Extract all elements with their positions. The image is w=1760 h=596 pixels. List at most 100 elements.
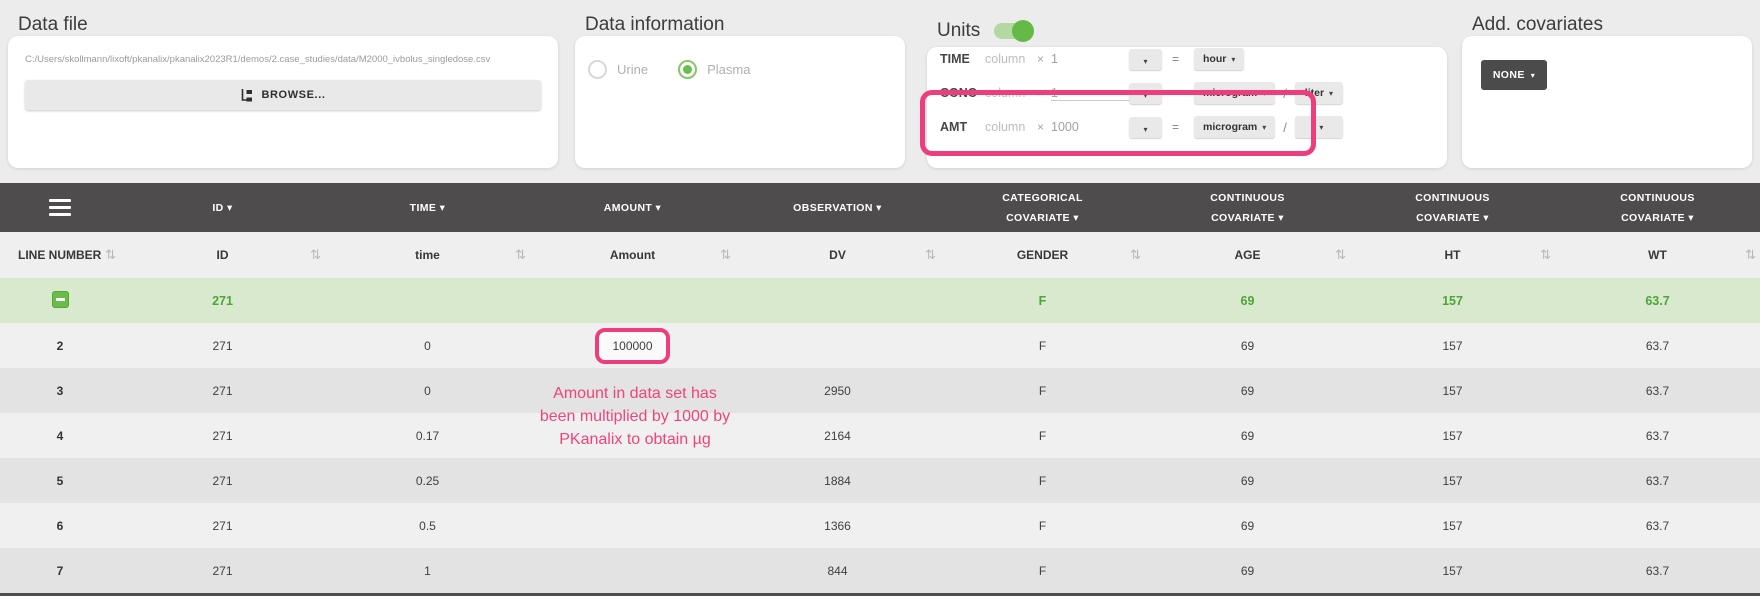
sort-icon[interactable]: ⇅ [1130,247,1141,263]
multiply-sign: × [1037,52,1051,66]
cell-gender: F [940,429,1145,443]
unit-row-amt: AMT column × ▾ = microgram▾ / ▾ [940,115,1447,139]
cell-wt: 63.7 [1555,339,1760,353]
urine-radio-icon[interactable] [588,60,607,79]
cell-amount: 100000 [530,328,735,364]
column-menu-continuous-covariate[interactable]: CONTINUOUS COVARIATE ▾ [1145,188,1350,228]
units-toggle[interactable] [994,23,1032,39]
sort-icon[interactable]: ⇅ [1335,247,1346,263]
browse-label: BROWSE... [261,89,325,101]
settings-bar: Data file C:/Users/skollmann/lixoft/pkan… [0,0,1760,183]
table-row: 6 271 0.5 1366 F 69 157 63.7 [0,503,1760,548]
cell-gender: F [940,339,1145,353]
equals-sign: = [1172,86,1184,100]
sort-icon[interactable]: ⇅ [310,247,321,263]
cell-wt: 63.7 [1555,429,1760,443]
cell-time: 1 [325,564,530,578]
subheader-line-number: LINE NUMBER⇅ [0,232,120,278]
highlighted-amount-value: 100000 [595,328,669,364]
cell-gender: F [940,474,1145,488]
unit-row-conc: CONC column × ▾ = microgram▾ / liter▾ [940,81,1447,105]
cell-dv: 1884 [735,474,940,488]
add-covariates-title: Add. covariates [1472,14,1603,36]
covariates-dropdown[interactable]: NONE ▾ [1481,60,1547,90]
cell-gender: F [940,564,1145,578]
menu-icon [49,199,71,217]
conc-unit-dropdown[interactable]: microgram▾ [1194,82,1275,104]
sort-icon[interactable]: ⇅ [925,247,936,263]
data-file-path: C:/Users/skollmann/lixoft/pkanalix/pkana… [25,54,541,65]
table-row: 4 271 0.17 2164 F 69 157 63.7 [0,413,1760,458]
cell-age: 69 [1145,519,1350,533]
table-header-row: ID ▾ TIME ▾ AMOUNT ▾ OBSERVATION ▾ CATEG… [0,183,1760,232]
cell-id: 271 [120,294,325,308]
conc-factor-input[interactable] [1051,86,1129,101]
radio-option-urine[interactable]: Urine [588,60,648,79]
caret-down-icon: ▾ [1143,57,1147,66]
subheader-ht: HT⇅ [1350,232,1555,278]
units-panel: Units TIME column × ▾ = hour▾ CONC colum… [927,47,1447,168]
cell-ht: 157 [1350,564,1555,578]
amt-denominator-dropdown[interactable]: ▾ [1295,116,1343,138]
column-menu-observation[interactable]: OBSERVATION ▾ [735,198,940,218]
unit-row-label: TIME [940,52,985,66]
cell-line-number: 4 [0,429,120,443]
toggle-knob-icon [1012,20,1034,42]
cell-age: 69 [1145,384,1350,398]
cell-dv: 844 [735,564,940,578]
column-menu-amount[interactable]: AMOUNT ▾ [530,198,735,218]
cell-age: 69 [1145,429,1350,443]
cell-wt: 63.7 [1555,384,1760,398]
equals-sign: = [1172,52,1184,66]
browse-button[interactable]: BROWSE... [25,80,541,110]
column-menu-continuous-covariate[interactable]: CONTINUOUS COVARIATE ▾ [1555,188,1760,228]
radio-option-plasma[interactable]: Plasma [678,60,750,79]
conc-denominator-dropdown[interactable]: liter▾ [1295,82,1343,104]
cell-id: 271 [120,474,325,488]
sort-icon[interactable]: ⇅ [515,247,526,263]
amt-factor-dropdown[interactable]: ▾ [1129,117,1162,138]
subheader-time: time⇅ [325,232,530,278]
column-menu-categorical-covariate[interactable]: CATEGORICAL COVARIATE ▾ [940,188,1145,228]
sort-icon[interactable]: ⇅ [720,247,731,263]
column-menu-id[interactable]: ID ▾ [120,198,325,218]
cell-time: 0.17 [325,429,530,443]
subheader-amount: Amount⇅ [530,232,735,278]
caret-down-icon: ▾ [1231,55,1235,64]
column-menu-continuous-covariate[interactable]: CONTINUOUS COVARIATE ▾ [1350,188,1555,228]
sort-icon[interactable]: ⇅ [105,247,116,263]
caret-down-icon: ▾ [1319,123,1323,132]
amt-factor-input[interactable] [1051,120,1129,134]
caret-down-icon: ▾ [1531,71,1535,80]
cell-line-number: 2 [0,339,120,353]
cell-gender: F [940,294,1145,308]
collapse-group-button[interactable] [52,291,69,308]
cell-wt: 63.7 [1555,294,1760,308]
cell-wt: 63.7 [1555,564,1760,578]
subheader-dv: DV⇅ [735,232,940,278]
cell-id: 271 [120,564,325,578]
cell-id: 271 [120,339,325,353]
caret-down-icon: ▾ [1262,123,1266,132]
time-factor-dropdown[interactable]: ▾ [1129,49,1162,70]
sort-icon[interactable]: ⇅ [1540,247,1551,263]
table-menu-button[interactable] [0,198,120,218]
cell-ht: 157 [1350,384,1555,398]
column-menu-time[interactable]: TIME ▾ [325,198,530,218]
table-row: 3 271 0 2950 F 69 157 63.7 [0,368,1760,413]
amt-unit-dropdown[interactable]: microgram▾ [1194,116,1275,138]
sort-icon[interactable]: ⇅ [1745,247,1756,263]
conc-factor-dropdown[interactable]: ▾ [1129,83,1162,104]
time-factor-input[interactable] [1051,52,1129,66]
add-covariates-panel: Add. covariates NONE ▾ [1462,36,1752,168]
unit-row-label: AMT [940,120,985,134]
cell-line-number: 3 [0,384,120,398]
data-file-panel: Data file C:/Users/skollmann/lixoft/pkan… [8,36,558,168]
cell-id: 271 [120,384,325,398]
plasma-radio-icon[interactable] [678,60,697,79]
table-row: 7 271 1 844 F 69 157 63.7 [0,548,1760,593]
equals-sign: = [1172,120,1184,134]
cell-time: 0 [325,384,530,398]
time-unit-dropdown[interactable]: hour▾ [1194,48,1244,70]
caret-down-icon: ▾ [1329,89,1333,98]
